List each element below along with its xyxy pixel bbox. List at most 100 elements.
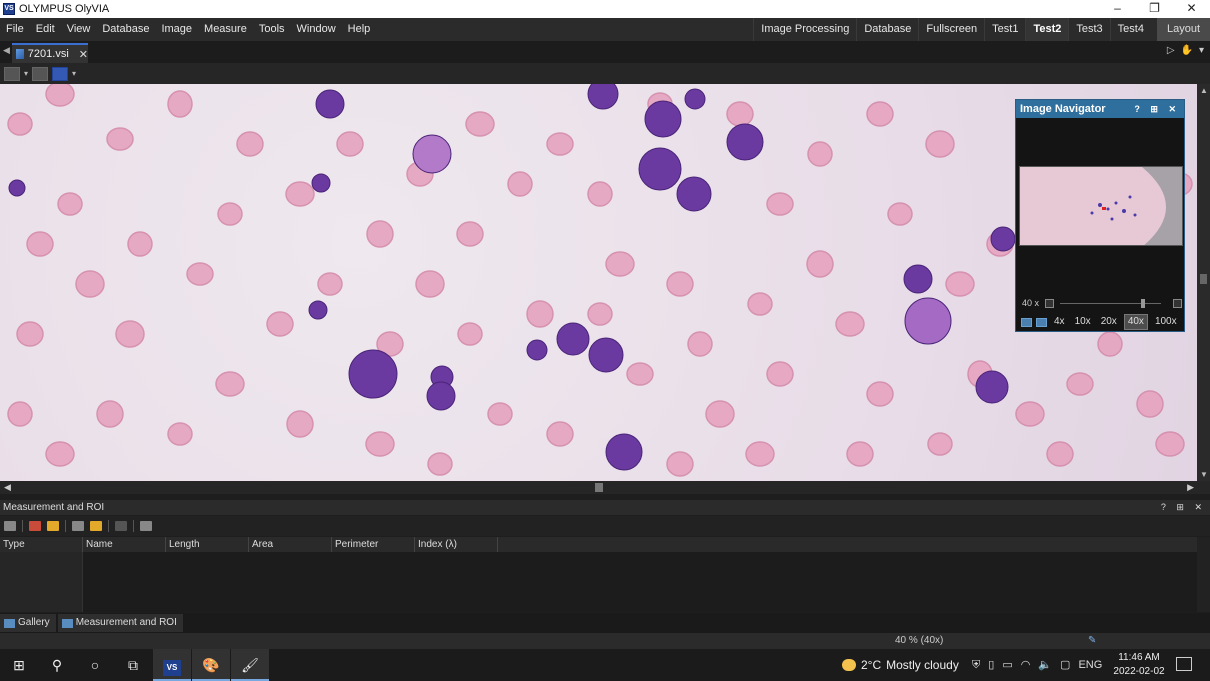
zoom-in-icon[interactable] bbox=[1173, 298, 1182, 308]
column-name[interactable]: Name bbox=[83, 537, 166, 552]
restore-button[interactable]: ❐ bbox=[1136, 0, 1173, 18]
document-tab-bar: ◀ 7201.vsi ✕ ▷ ✋ ▾ bbox=[0, 41, 1210, 63]
column-type[interactable]: Type bbox=[0, 537, 83, 552]
chevron-down-icon[interactable]: ▾ bbox=[24, 69, 28, 78]
scrollbar-thumb[interactable] bbox=[1200, 274, 1207, 284]
layout-test1[interactable]: Test1 bbox=[984, 18, 1025, 41]
status-zoom: 40 % (40x) bbox=[895, 635, 944, 646]
task-view-icon[interactable]: ⧉ bbox=[114, 649, 152, 681]
gallery-icon bbox=[4, 618, 15, 628]
tab-scroll-right-icon[interactable]: ▷ bbox=[1167, 45, 1175, 56]
horizontal-scrollbar[interactable]: ◀ ▶ bbox=[0, 481, 1210, 494]
scrollbar-thumb[interactable] bbox=[595, 483, 603, 492]
measurement-icon bbox=[61, 618, 73, 628]
export-tool-icon[interactable] bbox=[140, 521, 152, 531]
wifi-icon[interactable]: ◠ bbox=[1021, 649, 1031, 681]
tab-measurement-roi[interactable]: Measurement and ROI bbox=[57, 614, 183, 632]
column-area[interactable]: Area bbox=[249, 537, 332, 552]
menu-window[interactable]: Window bbox=[291, 18, 342, 41]
olyvia-taskbar-icon[interactable]: VS bbox=[153, 649, 191, 681]
measurement-toolbar bbox=[0, 516, 1210, 536]
close-button[interactable]: ✕ bbox=[1173, 0, 1210, 18]
scroll-left-icon[interactable]: ◀ bbox=[4, 482, 11, 493]
objective-40x[interactable]: 40x bbox=[1123, 314, 1148, 330]
paint-taskbar-icon[interactable]: 🎨 bbox=[192, 649, 230, 681]
windows-taskbar: ⊞ ⚲ ○ ⧉ VS 🎨 🖌 2°C Mostly cloudy ⛨ ▯ ▭ ◠… bbox=[0, 649, 1210, 681]
tab-gallery[interactable]: Gallery bbox=[0, 614, 56, 632]
scroll-right-icon[interactable]: ▶ bbox=[1187, 482, 1194, 493]
notifications-icon[interactable] bbox=[1176, 657, 1192, 671]
document-tab[interactable]: 7201.vsi ✕ bbox=[12, 43, 88, 63]
windows-start-icon[interactable]: ⊞ bbox=[0, 649, 38, 681]
search-icon[interactable]: ⚲ bbox=[38, 649, 76, 681]
scroll-down-icon[interactable]: ▼ bbox=[1200, 470, 1208, 479]
menu-image[interactable]: Image bbox=[155, 18, 198, 41]
select-tool-icon[interactable] bbox=[4, 521, 16, 531]
annotation-tool-icon[interactable] bbox=[52, 66, 69, 81]
menu-tools[interactable]: Tools bbox=[253, 18, 291, 41]
measurement-table-body[interactable] bbox=[0, 552, 1197, 612]
column-perimeter[interactable]: Perimeter bbox=[332, 537, 415, 552]
menu-database[interactable]: Database bbox=[96, 18, 155, 41]
navigator-zoom-row: 40 x bbox=[1022, 297, 1182, 309]
language-indicator[interactable]: ENG bbox=[1078, 649, 1102, 681]
weather-widget[interactable]: 2°C Mostly cloudy bbox=[842, 649, 959, 681]
menu-help[interactable]: Help bbox=[342, 18, 377, 41]
layout-test3[interactable]: Test3 bbox=[1068, 18, 1109, 41]
chevron-down-icon[interactable]: ▾ bbox=[72, 69, 76, 78]
polyline-tool-icon[interactable] bbox=[72, 521, 84, 531]
menu-file[interactable]: File bbox=[0, 18, 30, 41]
pencil-tool-icon[interactable] bbox=[47, 521, 59, 531]
layout-test2[interactable]: Test2 bbox=[1025, 18, 1069, 41]
objective-10x[interactable]: 10x bbox=[1072, 315, 1094, 329]
objective-100x[interactable]: 100x bbox=[1152, 315, 1180, 329]
panel-controls[interactable]: ? ⊞ ✕ bbox=[1161, 500, 1206, 515]
menu-measure[interactable]: Measure bbox=[198, 18, 253, 41]
clock[interactable]: 11:46 AM 2022-02-02 bbox=[1112, 651, 1166, 679]
layout-image-processing[interactable]: Image Processing bbox=[753, 18, 856, 41]
objective-20x[interactable]: 20x bbox=[1098, 315, 1120, 329]
usb-icon[interactable]: ▯ bbox=[988, 649, 994, 681]
column-length[interactable]: Length bbox=[166, 537, 249, 552]
scroll-up-icon[interactable]: ▲ bbox=[1200, 86, 1208, 95]
volume-icon[interactable]: 🔈 bbox=[1038, 649, 1052, 681]
slide-thumbnail[interactable] bbox=[1019, 166, 1183, 246]
cortana-icon[interactable]: ○ bbox=[76, 649, 114, 681]
shield-icon[interactable]: ⛨ bbox=[972, 649, 980, 681]
layout-dropdown[interactable]: Layout bbox=[1156, 18, 1210, 41]
objective-4x[interactable]: 4x bbox=[1051, 315, 1068, 329]
tab-scroll-left-icon[interactable]: ◀ bbox=[3, 45, 10, 56]
app-taskbar-icon[interactable]: 🖌 bbox=[231, 649, 269, 681]
zoom-slider-knob[interactable] bbox=[1140, 298, 1145, 308]
save-icon[interactable] bbox=[32, 66, 49, 81]
freehand-tool-icon[interactable] bbox=[90, 521, 102, 531]
vertical-scrollbar[interactable]: ▲ ▼ bbox=[1197, 84, 1210, 481]
overview-icon[interactable] bbox=[1036, 317, 1047, 327]
display-icon[interactable]: ▢ bbox=[1060, 649, 1070, 681]
layout-fullscreen[interactable]: Fullscreen bbox=[918, 18, 984, 41]
navigator-controls[interactable]: ? ⊞ ✕ bbox=[1134, 100, 1180, 118]
close-tab-icon[interactable]: ✕ bbox=[79, 48, 88, 61]
menu-view[interactable]: View bbox=[61, 18, 97, 41]
minimize-button[interactable]: – bbox=[1099, 0, 1136, 18]
battery-icon[interactable]: ▭ bbox=[1002, 649, 1012, 681]
column-index[interactable]: Index (λ) bbox=[415, 537, 498, 552]
clock-date: 2022-02-02 bbox=[1113, 666, 1165, 677]
snapshot-icon[interactable] bbox=[4, 66, 20, 81]
menu-edit[interactable]: Edit bbox=[30, 18, 61, 41]
zoom-out-icon[interactable] bbox=[1045, 298, 1055, 308]
navigator-header[interactable]: Image Navigator ? ⊞ ✕ bbox=[1016, 100, 1184, 118]
chevron-down-icon[interactable]: ▾ bbox=[1199, 45, 1204, 56]
line-tool-icon[interactable] bbox=[29, 521, 41, 531]
zoom-slider[interactable] bbox=[1060, 298, 1161, 308]
pen-icon: ✎ bbox=[1088, 635, 1097, 646]
type-column-area bbox=[0, 552, 83, 612]
measurement-panel-title: Measurement and ROI bbox=[3, 502, 105, 513]
delete-tool-icon[interactable] bbox=[115, 521, 127, 531]
system-tray: ⛨ ▯ ▭ ◠ 🔈 ▢ ENG bbox=[972, 649, 1102, 681]
objective-icon[interactable] bbox=[1021, 317, 1032, 327]
layout-test4[interactable]: Test4 bbox=[1109, 18, 1151, 41]
pan-hand-icon[interactable]: ✋ bbox=[1181, 45, 1193, 56]
layout-database[interactable]: Database bbox=[856, 18, 918, 41]
measurement-scrollbar[interactable] bbox=[1197, 537, 1210, 612]
